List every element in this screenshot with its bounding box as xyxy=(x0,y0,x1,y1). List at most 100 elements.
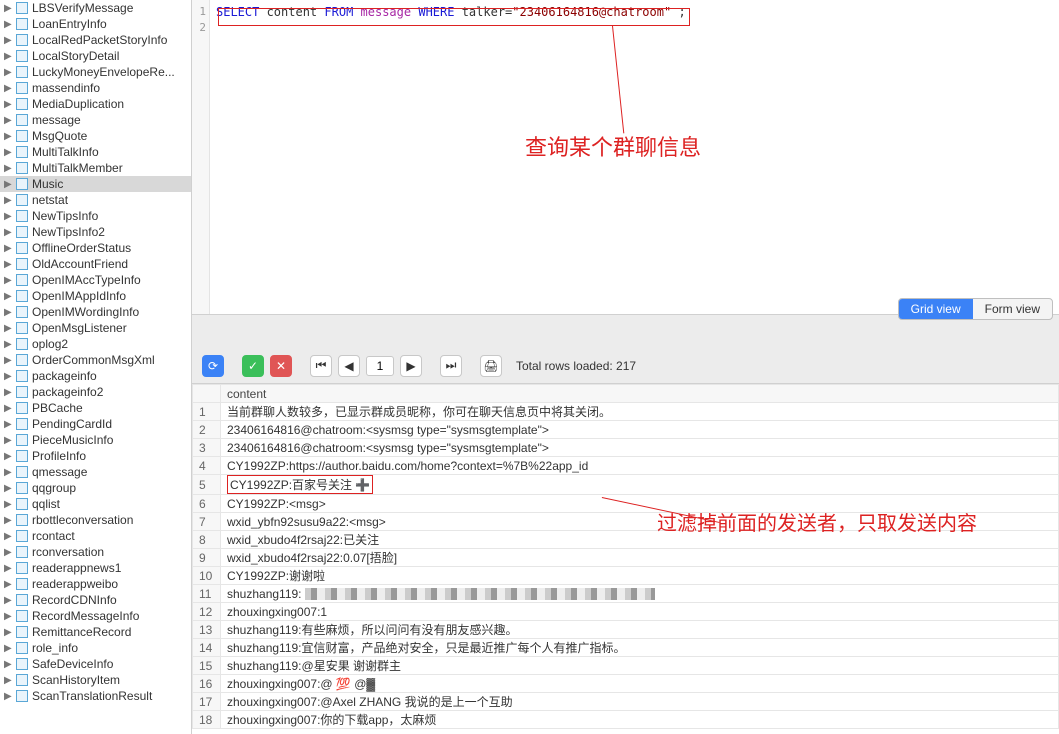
sidebar-item-pendingcardid[interactable]: ▶PendingCardId xyxy=(0,416,191,432)
table-row[interactable]: 323406164816@chatroom:<sysmsg type="sysm… xyxy=(193,439,1059,457)
sidebar-item-scantranslationresult[interactable]: ▶ScanTranslationResult xyxy=(0,688,191,704)
table-row[interactable]: 12zhouxingxing007:1 xyxy=(193,603,1059,621)
sidebar-item-role_info[interactable]: ▶role_info xyxy=(0,640,191,656)
content-cell[interactable]: zhouxingxing007:@Axel ZHANG 我说的是上一个互助 xyxy=(221,693,1059,711)
last-page-button[interactable]: ⏭ xyxy=(440,355,462,377)
sidebar-item-localstorydetail[interactable]: ▶LocalStoryDetail xyxy=(0,48,191,64)
sidebar-item-packageinfo[interactable]: ▶packageinfo xyxy=(0,368,191,384)
content-cell[interactable]: 23406164816@chatroom:<sysmsg type="sysms… xyxy=(221,439,1059,457)
sidebar-item-rcontact[interactable]: ▶rcontact xyxy=(0,528,191,544)
content-cell[interactable]: shuzhang119: xyxy=(221,585,1059,603)
commit-button[interactable]: ✓ xyxy=(242,355,264,377)
content-cell[interactable]: CY1992ZP:百家号关注 ➕ xyxy=(221,475,1059,495)
table-row[interactable]: 9wxid_xbudo4f2rsaj22:0.07[捂脸] xyxy=(193,549,1059,567)
content-cell[interactable]: CY1992ZP:https://author.baidu.com/home?c… xyxy=(221,457,1059,475)
column-header-content[interactable]: content xyxy=(221,385,1059,403)
sidebar-item-qmessage[interactable]: ▶qmessage xyxy=(0,464,191,480)
sidebar-item-rconversation[interactable]: ▶rconversation xyxy=(0,544,191,560)
content-cell[interactable]: wxid_xbudo4f2rsaj22:0.07[捂脸] xyxy=(221,549,1059,567)
sidebar-item-newtipsinfo2[interactable]: ▶NewTipsInfo2 xyxy=(0,224,191,240)
sidebar-item-recordmessageinfo[interactable]: ▶RecordMessageInfo xyxy=(0,608,191,624)
content-cell[interactable]: zhouxingxing007:1 xyxy=(221,603,1059,621)
sidebar-item-mediaduplication[interactable]: ▶MediaDuplication xyxy=(0,96,191,112)
sidebar-item-safedeviceinfo[interactable]: ▶SafeDeviceInfo xyxy=(0,656,191,672)
table-icon xyxy=(16,50,28,62)
table-row[interactable]: 16zhouxingxing007:@ 💯 @▓ xyxy=(193,675,1059,693)
table-row[interactable]: 15shuzhang119:@星安果 谢谢群主 xyxy=(193,657,1059,675)
sidebar-item-profileinfo[interactable]: ▶ProfileInfo xyxy=(0,448,191,464)
sql-token: message xyxy=(361,5,412,19)
content-cell[interactable]: shuzhang119:@星安果 谢谢群主 xyxy=(221,657,1059,675)
sidebar-item-lbsverifymessage[interactable]: ▶LBSVerifyMessage xyxy=(0,0,191,16)
print-button[interactable]: 🖨 xyxy=(480,355,502,377)
sidebar-table-list[interactable]: ▶LBSVerifyMessage▶LoanEntryInfo▶LocalRed… xyxy=(0,0,192,734)
sidebar-item-music[interactable]: ▶Music xyxy=(0,176,191,192)
sidebar-item-netstat[interactable]: ▶netstat xyxy=(0,192,191,208)
table-icon xyxy=(16,370,28,382)
cancel-button[interactable]: ✕ xyxy=(270,355,292,377)
main-area: 12 SELECT content FROM message WHERE tal… xyxy=(192,0,1059,734)
sidebar-item-label: PBCache xyxy=(32,401,83,415)
table-row[interactable]: 4CY1992ZP:https://author.baidu.com/home?… xyxy=(193,457,1059,475)
table-icon xyxy=(16,578,28,590)
sidebar-item-label: MultiTalkMember xyxy=(32,161,123,175)
content-cell[interactable]: shuzhang119:宜信财富，产品绝对安全，只是最近推广每个人有推广指标。 xyxy=(221,639,1059,657)
sidebar-item-multitalkmember[interactable]: ▶MultiTalkMember xyxy=(0,160,191,176)
table-row[interactable]: 10CY1992ZP:谢谢啦 xyxy=(193,567,1059,585)
sidebar-item-localredpacketstoryinfo[interactable]: ▶LocalRedPacketStoryInfo xyxy=(0,32,191,48)
content-cell[interactable]: zhouxingxing007:@ 💯 @▓ xyxy=(221,675,1059,693)
sidebar-item-pbcache[interactable]: ▶PBCache xyxy=(0,400,191,416)
first-page-button[interactable]: ⏮ xyxy=(310,355,332,377)
sidebar-item-qqgroup[interactable]: ▶qqgroup xyxy=(0,480,191,496)
table-row[interactable]: 14shuzhang119:宜信财富，产品绝对安全，只是最近推广每个人有推广指标… xyxy=(193,639,1059,657)
results-grid[interactable]: 过滤掉前面的发送者，只取发送内容 content 1当前群聊人数较多，已显示群成… xyxy=(192,384,1059,734)
sidebar-item-readerappnews1[interactable]: ▶readerappnews1 xyxy=(0,560,191,576)
sidebar-item-loanentryinfo[interactable]: ▶LoanEntryInfo xyxy=(0,16,191,32)
sidebar-item-openmsglistener[interactable]: ▶OpenMsgListener xyxy=(0,320,191,336)
sidebar-item-openimwordinginfo[interactable]: ▶OpenIMWordingInfo xyxy=(0,304,191,320)
sidebar-item-readerappweibo[interactable]: ▶readerappweibo xyxy=(0,576,191,592)
table-row[interactable]: 223406164816@chatroom:<sysmsg type="sysm… xyxy=(193,421,1059,439)
sidebar-item-remittancerecord[interactable]: ▶RemittanceRecord xyxy=(0,624,191,640)
sidebar-item-label: LBSVerifyMessage xyxy=(32,1,133,15)
sidebar-item-openimappidinfo[interactable]: ▶OpenIMAppIdInfo xyxy=(0,288,191,304)
page-number-input[interactable] xyxy=(366,356,394,376)
content-cell[interactable]: shuzhang119:有些麻烦，所以问问有没有朋友感兴趣。 xyxy=(221,621,1059,639)
table-row[interactable]: 18zhouxingxing007:你的下载app，太麻烦 xyxy=(193,711,1059,729)
sidebar-item-luckymoneyenvelopere...[interactable]: ▶LuckyMoneyEnvelopeRe... xyxy=(0,64,191,80)
table-row[interactable]: 5CY1992ZP:百家号关注 ➕ xyxy=(193,475,1059,495)
refresh-button[interactable]: ⟳ xyxy=(202,355,224,377)
sidebar-item-msgquote[interactable]: ▶MsgQuote xyxy=(0,128,191,144)
table-row[interactable]: 17zhouxingxing007:@Axel ZHANG 我说的是上一个互助 xyxy=(193,693,1059,711)
chevron-right-icon: ▶ xyxy=(4,531,14,542)
sidebar-item-oplog2[interactable]: ▶oplog2 xyxy=(0,336,191,352)
content-cell[interactable]: 23406164816@chatroom:<sysmsg type="sysms… xyxy=(221,421,1059,439)
sidebar-item-packageinfo2[interactable]: ▶packageinfo2 xyxy=(0,384,191,400)
sidebar-item-offlineorderstatus[interactable]: ▶OfflineOrderStatus xyxy=(0,240,191,256)
sidebar-item-openimacctypeinfo[interactable]: ▶OpenIMAccTypeInfo xyxy=(0,272,191,288)
sidebar-item-newtipsinfo[interactable]: ▶NewTipsInfo xyxy=(0,208,191,224)
content-cell[interactable]: zhouxingxing007:你的下载app，太麻烦 xyxy=(221,711,1059,729)
tab-form-view[interactable]: Form view xyxy=(973,299,1052,319)
sidebar-item-label: OpenIMAccTypeInfo xyxy=(32,273,141,287)
table-row[interactable]: 13shuzhang119:有些麻烦，所以问问有没有朋友感兴趣。 xyxy=(193,621,1059,639)
sidebar-item-qqlist[interactable]: ▶qqlist xyxy=(0,496,191,512)
sidebar-item-scanhistoryitem[interactable]: ▶ScanHistoryItem xyxy=(0,672,191,688)
sidebar-item-piecemusicinfo[interactable]: ▶PieceMusicInfo xyxy=(0,432,191,448)
sidebar-item-message[interactable]: ▶message xyxy=(0,112,191,128)
sidebar-item-rbottleconversation[interactable]: ▶rbottleconversation xyxy=(0,512,191,528)
prev-page-button[interactable]: ◀ xyxy=(338,355,360,377)
next-page-button[interactable]: ▶ xyxy=(400,355,422,377)
tab-grid-view[interactable]: Grid view xyxy=(899,299,973,319)
sidebar-item-massendinfo[interactable]: ▶massendinfo xyxy=(0,80,191,96)
sidebar-item-label: PendingCardId xyxy=(32,417,112,431)
sidebar-item-recordcdninfo[interactable]: ▶RecordCDNInfo xyxy=(0,592,191,608)
sql-editor[interactable]: 12 SELECT content FROM message WHERE tal… xyxy=(192,0,1059,315)
content-cell[interactable]: 当前群聊人数较多，已显示群成员昵称，你可在聊天信息页中将其关闭。 xyxy=(221,403,1059,421)
sidebar-item-ordercommonmsgxml[interactable]: ▶OrderCommonMsgXml xyxy=(0,352,191,368)
table-row[interactable]: 1当前群聊人数较多，已显示群成员昵称，你可在聊天信息页中将其关闭。 xyxy=(193,403,1059,421)
sidebar-item-multitalkinfo[interactable]: ▶MultiTalkInfo xyxy=(0,144,191,160)
table-row[interactable]: 11shuzhang119: xyxy=(193,585,1059,603)
content-cell[interactable]: CY1992ZP:谢谢啦 xyxy=(221,567,1059,585)
sidebar-item-oldaccountfriend[interactable]: ▶OldAccountFriend xyxy=(0,256,191,272)
